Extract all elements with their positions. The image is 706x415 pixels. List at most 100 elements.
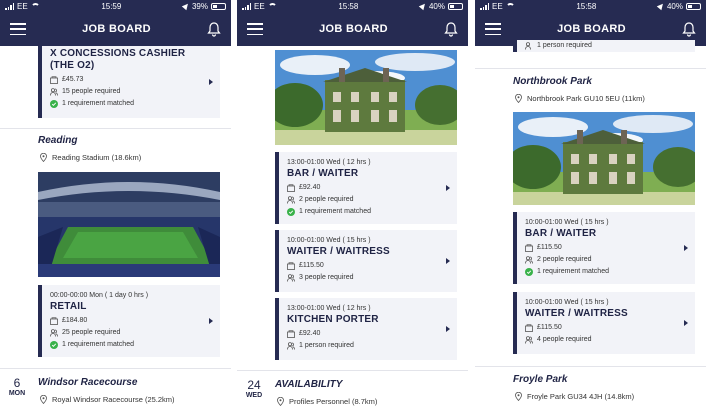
bell-icon[interactable] xyxy=(682,21,696,37)
job-card[interactable]: X CONCESSIONS CASHIER (THE O2) £45.73 15… xyxy=(38,46,220,118)
status-bar: EE 15:58 40% xyxy=(237,0,468,12)
job-card[interactable]: 13:00-01:00 Wed ( 12 hrs ) KITCHEN PORTE… xyxy=(275,298,457,360)
job-card[interactable]: 13:00-01:00 Wed ( 12 hrs ) BAR / WAITER … xyxy=(275,152,457,224)
menu-icon[interactable] xyxy=(10,23,26,35)
map-pin-icon xyxy=(40,153,47,162)
job-card[interactable]: 00:00-00:00 Mon ( 1 day 0 hrs ) RETAIL £… xyxy=(38,285,220,357)
wallet-icon xyxy=(50,75,58,84)
chevron-right-icon xyxy=(446,258,450,264)
venue-location: Reading Stadium (18.6km) xyxy=(40,153,141,162)
shift-time: 10:00-01:00 Wed ( 15 hrs ) xyxy=(525,219,609,226)
venue-name: Froyle Park xyxy=(513,374,568,385)
map-pin-icon xyxy=(40,395,47,404)
date-marker: 6 MON xyxy=(0,376,34,397)
pay: £45.73 xyxy=(62,76,84,83)
wallet-icon xyxy=(50,316,58,325)
job-title: KITCHEN PORTER xyxy=(287,314,379,325)
pay: £92.40 xyxy=(299,330,321,337)
job-card[interactable]: 10:00-01:00 Wed ( 15 hrs ) BAR / WAITER … xyxy=(513,212,695,284)
pay-row: £115.50 xyxy=(525,243,695,252)
chevron-right-icon xyxy=(446,326,450,332)
battery-percent: 39% xyxy=(191,1,208,11)
venue-name: AVAILABILITY xyxy=(275,379,343,390)
people-row: 15 people required xyxy=(50,87,220,96)
match-row: 1 requirement matched xyxy=(50,99,220,108)
location-arrow-icon xyxy=(656,1,666,11)
pay: £115.50 xyxy=(299,262,324,269)
pay-row: £184.80 xyxy=(50,316,220,325)
menu-icon[interactable] xyxy=(247,23,263,35)
job-title: RETAIL xyxy=(50,301,87,312)
carrier: EE xyxy=(492,1,503,11)
signal-icon xyxy=(242,2,251,10)
people-required: 25 people required xyxy=(62,329,121,336)
people-icon xyxy=(287,195,295,204)
check-circle-icon xyxy=(287,207,295,216)
shift-time: 00:00-00:00 Mon ( 1 day 0 hrs ) xyxy=(50,292,149,299)
people-required: 3 people required xyxy=(299,274,354,281)
screen-3: EE 15:58 40% JOB BOARD 1 person required… xyxy=(475,0,706,415)
people-required: 2 people required xyxy=(299,196,354,203)
clock: 15:58 xyxy=(576,1,597,11)
venue-location: Northbrook Park GU10 5EU (11km) xyxy=(515,94,645,103)
people-required: 2 people required xyxy=(537,256,592,263)
bell-icon[interactable] xyxy=(444,21,458,37)
venue-location: Profiles Personnel (8.7km) xyxy=(277,397,377,406)
people-icon xyxy=(525,255,533,264)
check-circle-icon xyxy=(50,340,58,349)
menu-icon[interactable] xyxy=(485,23,501,35)
divider xyxy=(475,366,706,367)
person-icon xyxy=(287,341,295,350)
signal-icon xyxy=(5,2,14,10)
venue-location: Royal Windsor Racecourse (25.2km) xyxy=(40,395,175,404)
battery-icon xyxy=(211,2,226,10)
check-circle-icon xyxy=(525,267,533,276)
battery-percent: 40% xyxy=(428,1,445,11)
requirement-matched: 1 requirement matched xyxy=(299,208,371,215)
people-icon xyxy=(50,328,58,337)
match-row: 1 requirement matched xyxy=(50,340,220,349)
pay-row: £115.50 xyxy=(525,323,695,332)
pay: £184.80 xyxy=(62,317,88,324)
people-row: 1 person required xyxy=(525,41,695,50)
top-nav: JOB BOARD xyxy=(0,12,231,46)
chevron-right-icon xyxy=(209,318,213,324)
divider xyxy=(0,128,231,129)
people-icon xyxy=(50,87,58,96)
check-circle-icon xyxy=(50,99,58,108)
shift-time: 10:00-01:00 Wed ( 15 hrs ) xyxy=(287,237,371,244)
pay-row: £115.50 xyxy=(287,261,457,270)
pay-row: £92.40 xyxy=(287,183,457,192)
job-card[interactable]: 10:00-01:00 Wed ( 15 hrs ) WAITER / WAIT… xyxy=(275,230,457,292)
pay: £115.50 xyxy=(537,244,562,251)
bell-icon[interactable] xyxy=(207,21,221,37)
date-month: MON xyxy=(8,390,26,397)
screen-2: EE 15:58 40% JOB BOARD 13:00-01:00 Wed (… xyxy=(237,0,468,415)
match-row: 1 requirement matched xyxy=(287,207,457,216)
people-row: 2 people required xyxy=(287,195,457,204)
venue-name: Windsor Racecourse xyxy=(38,377,138,388)
shift-time: 13:00-01:00 Wed ( 12 hrs ) xyxy=(287,305,371,312)
job-title: BAR / WAITER xyxy=(525,228,597,239)
manor-house-photo xyxy=(513,112,695,205)
people-required: 15 people required xyxy=(62,88,121,95)
location-arrow-icon xyxy=(181,1,191,11)
carrier: EE xyxy=(17,1,28,11)
people-icon xyxy=(525,335,533,344)
pay: £92.40 xyxy=(299,184,321,191)
wifi-icon xyxy=(30,3,40,9)
venue-name: Reading xyxy=(38,135,78,146)
people-row: 1 person required xyxy=(287,341,457,350)
wifi-icon xyxy=(267,3,277,9)
chevron-right-icon xyxy=(684,320,688,326)
job-title: BAR / WAITER xyxy=(287,168,359,179)
pay-row: £92.40 xyxy=(287,329,457,338)
job-card[interactable]: 1 person required xyxy=(513,40,695,52)
signal-icon xyxy=(480,2,489,10)
people-row: 4 people required xyxy=(525,335,695,344)
wallet-icon xyxy=(525,243,533,252)
map-pin-icon xyxy=(277,397,284,406)
job-card[interactable]: 10:00-01:00 Wed ( 15 hrs ) WAITER / WAIT… xyxy=(513,292,695,354)
requirement-matched: 1 requirement matched xyxy=(537,268,609,275)
pay-row: £45.73 xyxy=(50,75,220,84)
